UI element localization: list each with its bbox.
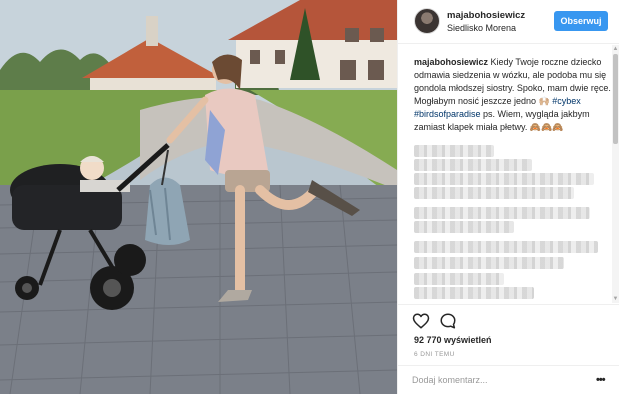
- post-photo[interactable]: [0, 0, 397, 394]
- view-count[interactable]: 92 770 wyświetleń: [414, 335, 492, 345]
- post-caption: majabohosiewicz Kiedy Twoje roczne dziec…: [414, 56, 612, 134]
- post-header: majabohosiewicz Siedlisko Morena Obserwu…: [398, 0, 619, 44]
- blurred-comment: [414, 207, 590, 219]
- blurred-comment: [414, 257, 564, 269]
- blurred-comment: [414, 241, 598, 253]
- comments-section: majabohosiewicz Kiedy Twoje roczne dziec…: [398, 45, 619, 303]
- post-location[interactable]: Siedlisko Morena: [447, 23, 516, 33]
- scroll-thumb[interactable]: [613, 54, 618, 144]
- blurred-comment: [414, 159, 532, 171]
- blurred-comment: [414, 287, 534, 299]
- blurred-comment: [414, 221, 514, 233]
- comment-input[interactable]: [412, 372, 582, 388]
- hashtag-birdsofparadise[interactable]: #birdsofparadise: [414, 109, 481, 119]
- post-timestamp[interactable]: 6 DNI TEMU: [414, 351, 455, 358]
- scroll-up-arrow-icon[interactable]: ▲: [612, 45, 619, 53]
- blurred-comment: [414, 187, 574, 199]
- photo-illustration: [0, 0, 397, 394]
- more-options-icon[interactable]: •••: [596, 374, 610, 386]
- add-comment-bar: •••: [398, 365, 619, 394]
- follow-button[interactable]: Obserwuj: [554, 11, 608, 31]
- blurred-comment: [414, 273, 504, 285]
- hashtag-cybex[interactable]: #cybex: [552, 96, 581, 106]
- post-username[interactable]: majabohosiewicz: [447, 10, 525, 21]
- scroll-down-arrow-icon[interactable]: ▼: [612, 295, 619, 303]
- blurred-comment: [414, 173, 594, 185]
- profile-avatar[interactable]: [414, 8, 440, 34]
- comment-bubble-icon[interactable]: [439, 312, 457, 330]
- caption-username[interactable]: majabohosiewicz: [414, 57, 488, 67]
- comments-scrollbar[interactable]: ▲ ▼: [612, 45, 619, 303]
- heart-icon[interactable]: [412, 312, 430, 330]
- post-actions: 92 770 wyświetleń 6 DNI TEMU: [398, 304, 619, 364]
- post-side-panel: majabohosiewicz Siedlisko Morena Obserwu…: [397, 0, 619, 394]
- blurred-comment: [414, 145, 494, 157]
